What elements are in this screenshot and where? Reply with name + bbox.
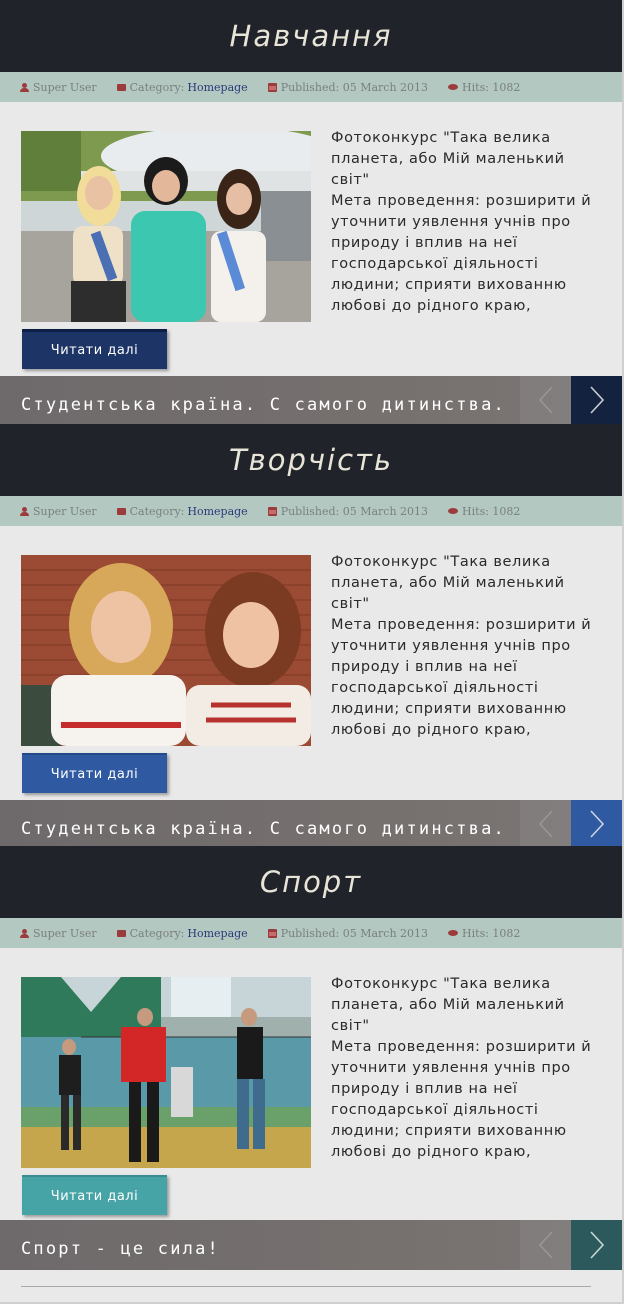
folder-icon <box>116 83 126 91</box>
hits-count: Hits: 1082 <box>462 926 521 940</box>
chevron-right-icon <box>589 1231 604 1259</box>
headline-slider: Студентська країна. С самого дитинства. <box>0 800 622 848</box>
photo-volleyball-gym[interactable] <box>21 977 311 1168</box>
slider-text: Спорт - це сила! <box>21 1239 220 1259</box>
published-date: Published: 05 March 2013 <box>280 80 429 94</box>
article-meta: Super User Category: Homepage Published: … <box>0 918 622 948</box>
article-content: Фотоконкурс "Така велика планета, або Мі… <box>0 102 622 376</box>
chevron-right-icon <box>589 386 604 414</box>
footer-divider <box>21 1286 591 1287</box>
eye-icon <box>448 508 459 514</box>
section-title: Навчання <box>229 19 393 53</box>
slider-prev-button[interactable] <box>520 800 571 848</box>
user-icon <box>20 82 29 92</box>
calendar-icon <box>267 82 277 92</box>
author: Super User <box>33 926 97 940</box>
section-header: Навчання <box>0 0 622 72</box>
slider-prev-button[interactable] <box>520 1220 571 1270</box>
hits-count: Hits: 1082 <box>462 504 521 518</box>
article-meta: Super User Category: Homepage Published: … <box>0 496 622 526</box>
headline-slider: Спорт - це сила! <box>0 1220 622 1270</box>
folder-icon <box>116 507 126 515</box>
author: Super User <box>33 504 97 518</box>
calendar-icon <box>267 506 277 516</box>
eye-icon <box>448 84 459 90</box>
published-date: Published: 05 March 2013 <box>280 926 429 940</box>
slider-text: Студентська країна. С самого дитинства. <box>21 819 506 839</box>
calendar-icon <box>267 928 277 938</box>
headline-slider: Студентська країна. С самого дитинства. <box>0 376 622 424</box>
category-label: Category: <box>129 80 185 94</box>
section-header: Творчість <box>0 424 622 496</box>
article-intro: Фотоконкурс "Така велика планета, або Мі… <box>331 554 592 738</box>
category-link[interactable]: Homepage <box>187 927 247 940</box>
category-link[interactable]: Homepage <box>187 81 247 94</box>
photo-two-girls-embroidered[interactable] <box>21 555 311 746</box>
chevron-left-icon <box>538 810 553 838</box>
article-content: Фотоконкурс "Така велика планета, або Мі… <box>0 526 622 800</box>
article-intro: Фотоконкурс "Така велика планета, або Мі… <box>331 976 592 1160</box>
chevron-right-icon <box>589 810 604 838</box>
section-title: Спорт <box>259 865 363 899</box>
category-label: Category: <box>129 926 185 940</box>
article-content: Фотоконкурс "Така велика планета, або Мі… <box>0 948 622 1220</box>
published-date: Published: 05 March 2013 <box>280 504 429 518</box>
category-label: Category: <box>129 504 185 518</box>
user-icon <box>20 506 29 516</box>
slider-text: Студентська країна. С самого дитинства. <box>21 395 506 415</box>
folder-icon <box>116 929 126 937</box>
section-header: Спорт <box>0 846 622 918</box>
user-icon <box>20 928 29 938</box>
slider-next-button[interactable] <box>571 800 622 848</box>
chevron-left-icon <box>538 1231 553 1259</box>
slider-next-button[interactable] <box>571 376 622 424</box>
eye-icon <box>448 930 459 936</box>
article-meta: Super User Category: Homepage Published: … <box>0 72 622 102</box>
author: Super User <box>33 80 97 94</box>
hits-count: Hits: 1082 <box>462 80 521 94</box>
slider-prev-button[interactable] <box>520 376 571 424</box>
section-title: Творчість <box>228 443 394 477</box>
read-more-button[interactable]: Читати далі <box>22 753 167 793</box>
read-more-button[interactable]: Читати далі <box>22 1175 167 1215</box>
article-intro: Фотоконкурс "Така велика планета, або Мі… <box>331 130 592 314</box>
read-more-button[interactable]: Читати далі <box>22 329 167 369</box>
page-frame: Навчання Super User Category: Homepage Pu… <box>0 0 624 1304</box>
slider-next-button[interactable] <box>571 1220 622 1270</box>
chevron-left-icon <box>538 386 553 414</box>
category-link[interactable]: Homepage <box>187 505 247 518</box>
photo-students-airport[interactable] <box>21 131 311 322</box>
